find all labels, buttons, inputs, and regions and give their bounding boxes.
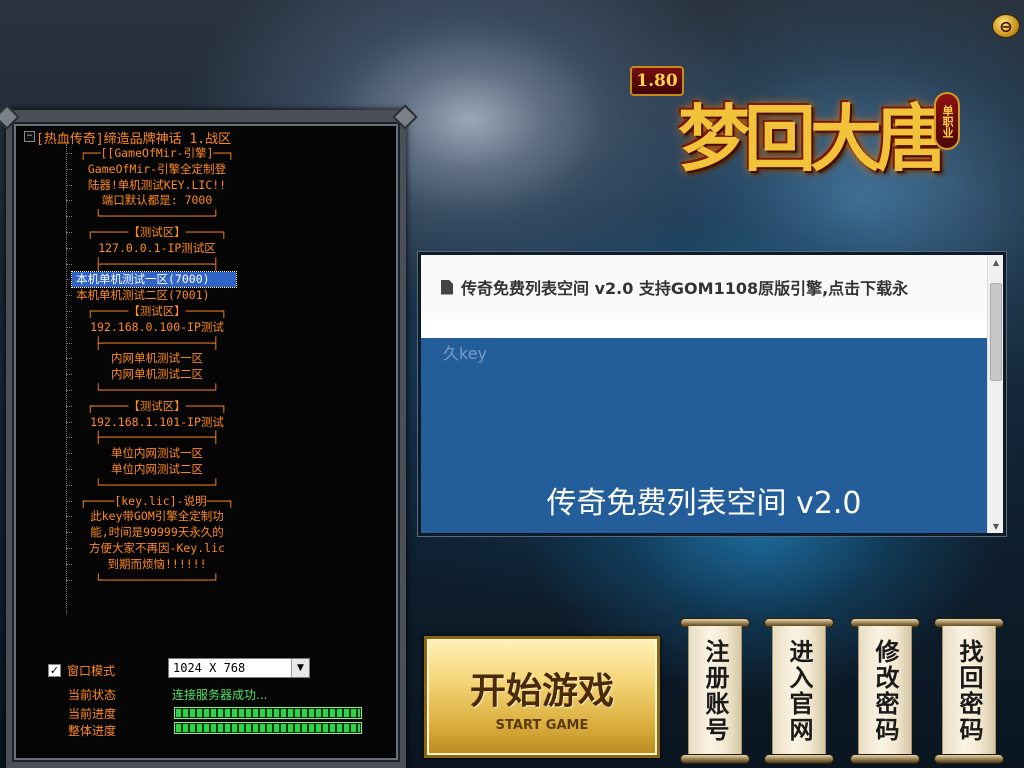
server-tree-item[interactable]: 单位内网测试一区 — [66, 446, 242, 461]
change-password-button[interactable]: 修改密码 — [850, 618, 920, 764]
scroll-paper: 找回密码 — [942, 626, 996, 756]
logo-title: 梦回大唐 — [678, 96, 948, 181]
register-account-button[interactable]: 注册账号 — [680, 618, 750, 764]
news-scrollbar[interactable]: ▲ ▼ — [987, 255, 1003, 533]
frame-corner-ornament — [0, 104, 20, 130]
scroll-rod — [850, 754, 920, 764]
server-tree-item[interactable]: 此key带GOM引擎全定制功 — [66, 509, 242, 524]
start-game-sublabel: START GAME — [495, 717, 589, 733]
server-tree-item[interactable]: └────────────────┘ — [66, 209, 242, 224]
scroll-up-icon[interactable]: ▲ — [988, 255, 1004, 269]
current-progress-fill — [176, 709, 360, 717]
window-mode-toggle[interactable]: ✓ 窗口模式 — [48, 662, 115, 679]
resolution-select[interactable]: 1024 X 768 ▼ — [168, 658, 310, 678]
logo-job-badge: 单职业 — [934, 92, 960, 150]
current-progress-bar — [174, 707, 362, 719]
status-value: 连接服务器成功... — [172, 688, 268, 702]
resolution-value: 1024 X 768 — [173, 661, 246, 675]
news-panel: 传奇免费列表空间 v2.0 支持GOM1108原版引擎,点击下载永 久key 传… — [418, 252, 1006, 536]
server-tree-item[interactable]: ├────────────────┤ — [66, 430, 242, 445]
register-account-label: 注册账号 — [701, 639, 729, 743]
start-game-button[interactable]: 开始游戏 START GAME — [424, 636, 660, 758]
server-tree-item[interactable]: └────────────────┘ — [66, 573, 242, 588]
server-tree-item[interactable]: 到期而烦恼!!!!!! — [66, 557, 242, 572]
scroll-paper: 注册账号 — [688, 626, 742, 756]
server-tree-item[interactable]: ┌────[key.lic]-说明───┐ — [66, 494, 242, 509]
scroll-thumb[interactable] — [990, 283, 1002, 381]
server-tree-item[interactable]: 127.0.0.1-IP测试区 — [66, 241, 242, 256]
server-tree-item-selected[interactable]: 本机单机测试一区(7000) — [66, 271, 237, 289]
start-game-label: 开始游戏 — [469, 669, 614, 712]
news-body: 久key 传奇免费列表空间 v2.0 — [421, 338, 987, 533]
server-tree-item[interactable]: 陆器!单机测试KEY.LIC!! — [66, 178, 242, 193]
server-tree-item[interactable]: 本机单机测试二区(7001) — [66, 288, 242, 303]
server-tree-item[interactable]: ├────────────────┤ — [66, 336, 242, 351]
window-mode-label: 窗口模式 — [67, 664, 116, 678]
total-progress-label: 整体进度 — [68, 724, 117, 738]
news-key-text: 久key — [443, 344, 488, 363]
server-tree-item[interactable]: ┌─────【测试区】─────┐ — [66, 304, 242, 319]
server-tree-item[interactable]: 192.168.0.100-IP测试 — [66, 320, 242, 335]
scroll-down-icon[interactable]: ▼ — [988, 519, 1004, 533]
frame-corner-ornament — [392, 104, 418, 130]
server-tree-item[interactable]: 方便大家不再因-Key.lic — [66, 541, 242, 556]
server-tree-item[interactable]: 端口默认都是: 7000 — [66, 193, 242, 208]
news-header-text[interactable]: 传奇免费列表空间 v2.0 支持GOM1108原版引擎,点击下载永 — [461, 275, 908, 299]
server-tree-item[interactable]: ┌──[[GameOfMir-引擎]──┐ — [66, 146, 242, 161]
tree-root-label[interactable]: [热血传奇]缔造品牌神话 1.战区 — [36, 128, 231, 147]
scroll-rod — [680, 754, 750, 764]
server-tree-item[interactable]: 192.168.1.101-IP测试 — [66, 415, 242, 430]
tree-collapse-icon[interactable]: − — [24, 131, 35, 142]
chevron-down-icon[interactable]: ▼ — [291, 659, 309, 677]
scroll-paper: 修改密码 — [858, 626, 912, 756]
window-mode-checkbox[interactable]: ✓ — [48, 664, 61, 677]
server-tree-item[interactable]: 内网单机测试二区 — [66, 367, 242, 382]
news-header[interactable]: 传奇免费列表空间 v2.0 支持GOM1108原版引擎,点击下载永 — [421, 255, 987, 319]
total-progress-fill — [176, 724, 360, 732]
game-logo: 1.80 梦回大唐 单职业 — [630, 62, 960, 202]
close-icon: ⊖ — [999, 16, 1013, 36]
server-tree-item[interactable]: 内网单机测试一区 — [66, 351, 242, 366]
recover-password-label: 找回密码 — [955, 639, 983, 743]
status-label: 当前状态 — [68, 688, 117, 702]
change-password-label: 修改密码 — [871, 639, 899, 743]
document-icon — [441, 279, 453, 295]
total-progress-bar — [174, 722, 362, 734]
official-site-label: 进入官网 — [785, 639, 813, 743]
scroll-paper: 进入官网 — [772, 626, 826, 756]
server-tree-item[interactable]: 单位内网测试二区 — [66, 462, 242, 477]
official-site-button[interactable]: 进入官网 — [764, 618, 834, 764]
server-tree-item[interactable]: ┌─────【测试区】─────┐ — [66, 399, 242, 414]
news-big-title: 传奇免费列表空间 v2.0 — [546, 486, 862, 521]
close-button[interactable]: ⊖ — [992, 14, 1020, 38]
server-tree[interactable]: − [热血传奇]缔造品牌神话 1.战区 ┌──[[GameOfMir-引擎]──… — [24, 126, 370, 614]
server-tree-item[interactable]: GameOfMir-引擎全定制登 — [66, 162, 242, 177]
server-tree-item[interactable]: ├────────────────┤ — [66, 257, 242, 272]
tree-connector-line — [66, 144, 67, 614]
server-tree-item[interactable]: ┌─────【测试区】─────┐ — [66, 225, 242, 240]
current-progress-label: 当前进度 — [68, 707, 117, 721]
scroll-rod — [764, 754, 834, 764]
server-tree-item[interactable]: 能,时间是99999天永久的 — [66, 525, 242, 540]
recover-password-button[interactable]: 找回密码 — [934, 618, 1004, 764]
server-tree-item[interactable]: └────────────────┘ — [66, 383, 242, 398]
scroll-rod — [934, 754, 1004, 764]
server-tree-item[interactable]: └────────────────┘ — [66, 478, 242, 493]
logo-version-badge: 1.80 — [630, 66, 684, 96]
